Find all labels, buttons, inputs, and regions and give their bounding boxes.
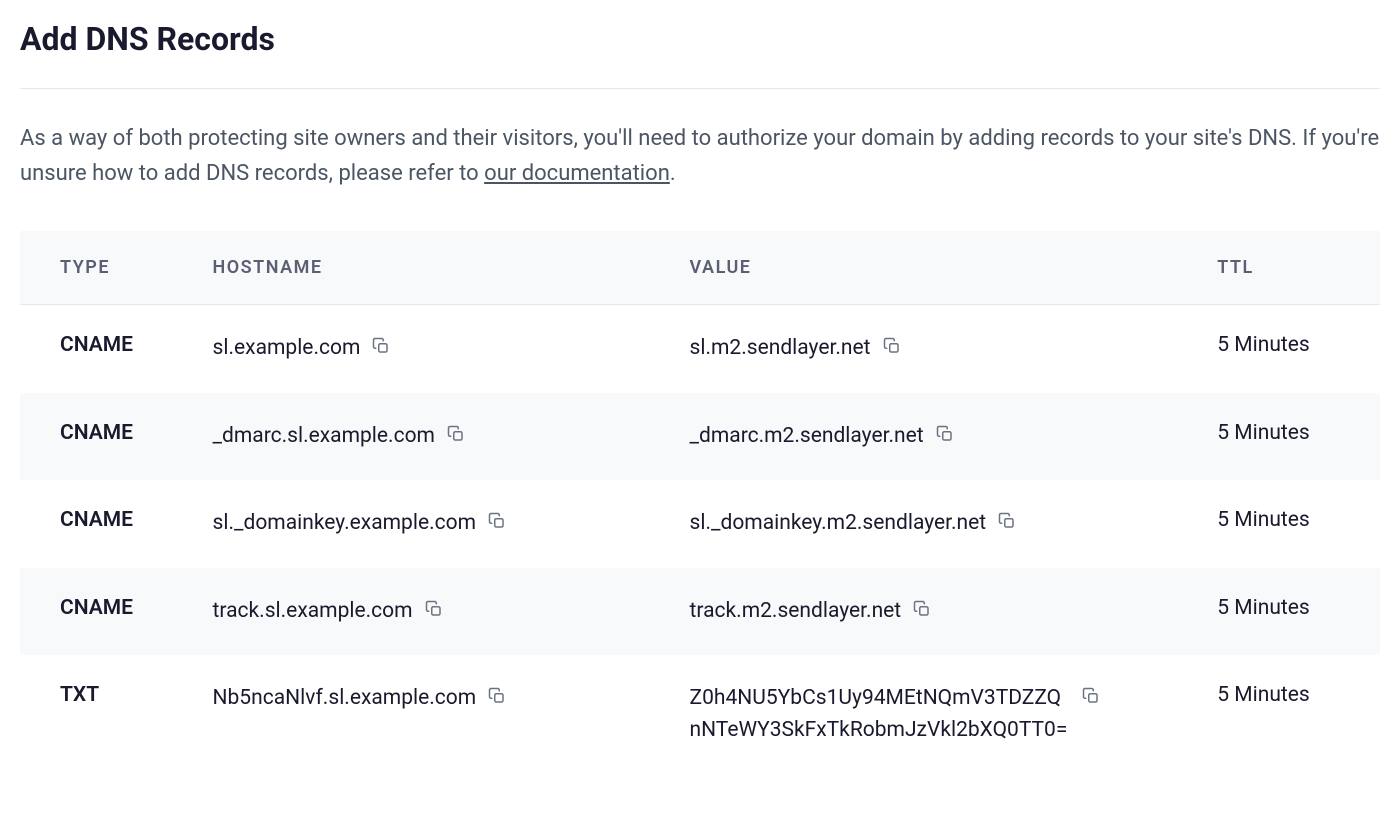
value-text: Z0h4NU5YbCs1Uy94MEtNQmV3TDZZQnNTeWY3SkFx…	[690, 683, 1070, 746]
hostname-text: sl.example.com	[213, 333, 361, 365]
table-row: TXT Nb5ncaNlvf.sl.example.com Z0h4NU5YbCs1…	[20, 655, 1380, 774]
hostname-text: sl._domainkey.example.com	[213, 508, 476, 540]
value-text: track.m2.sendlayer.net	[690, 596, 902, 628]
copy-icon[interactable]	[447, 425, 465, 443]
record-hostname-cell: track.sl.example.com	[193, 568, 670, 656]
record-ttl-cell: 5 Minutes	[1197, 393, 1380, 481]
record-type-cell: CNAME	[20, 480, 193, 568]
copy-icon[interactable]	[488, 687, 506, 705]
copy-icon[interactable]	[998, 512, 1016, 530]
value-text: sl._domainkey.m2.sendlayer.net	[690, 508, 987, 540]
record-hostname-cell: sl.example.com	[193, 305, 670, 393]
copy-icon[interactable]	[1082, 687, 1100, 705]
record-value-cell: sl._domainkey.m2.sendlayer.net	[670, 480, 1198, 568]
copy-icon[interactable]	[883, 337, 901, 355]
copy-icon[interactable]	[488, 512, 506, 530]
record-value-cell: _dmarc.m2.sendlayer.net	[670, 393, 1198, 481]
record-type-cell: CNAME	[20, 393, 193, 481]
copy-icon[interactable]	[913, 600, 931, 618]
column-header-type: TYPE	[20, 231, 193, 305]
record-hostname-cell: Nb5ncaNlvf.sl.example.com	[193, 655, 670, 774]
column-header-value: VALUE	[670, 231, 1198, 305]
hostname-text: track.sl.example.com	[213, 596, 413, 628]
intro-text-before: As a way of both protecting site owners …	[20, 126, 1379, 186]
documentation-link[interactable]: our documentation	[484, 161, 670, 186]
value-text: _dmarc.m2.sendlayer.net	[690, 421, 924, 453]
hostname-text: _dmarc.sl.example.com	[213, 421, 435, 453]
record-type-cell: CNAME	[20, 305, 193, 393]
record-type-cell: CNAME	[20, 568, 193, 656]
intro-text-after: .	[670, 161, 676, 186]
copy-icon[interactable]	[372, 337, 390, 355]
table-row: CNAME track.sl.example.com track.m2.sendla…	[20, 568, 1380, 656]
record-hostname-cell: _dmarc.sl.example.com	[193, 393, 670, 481]
intro-paragraph: As a way of both protecting site owners …	[20, 121, 1380, 191]
hostname-text: Nb5ncaNlvf.sl.example.com	[213, 683, 477, 715]
dns-records-table: TYPE HOSTNAME VALUE TTL CNAME sl.example.…	[20, 231, 1380, 774]
record-type-cell: TXT	[20, 655, 193, 774]
value-text: sl.m2.sendlayer.net	[690, 333, 871, 365]
record-ttl-cell: 5 Minutes	[1197, 568, 1380, 656]
copy-icon[interactable]	[425, 600, 443, 618]
page-title: Add DNS Records	[20, 20, 1380, 89]
table-row: CNAME _dmarc.sl.example.com _dmarc.m2.send…	[20, 393, 1380, 481]
column-header-hostname: HOSTNAME	[193, 231, 670, 305]
table-row: CNAME sl._domainkey.example.com sl._domain…	[20, 480, 1380, 568]
table-row: CNAME sl.example.com sl.m2.sendlayer.net 5 …	[20, 305, 1380, 393]
column-header-ttl: TTL	[1197, 231, 1380, 305]
record-value-cell: track.m2.sendlayer.net	[670, 568, 1198, 656]
record-value-cell: sl.m2.sendlayer.net	[670, 305, 1198, 393]
record-ttl-cell: 5 Minutes	[1197, 655, 1380, 774]
record-ttl-cell: 5 Minutes	[1197, 305, 1380, 393]
record-value-cell: Z0h4NU5YbCs1Uy94MEtNQmV3TDZZQnNTeWY3SkFx…	[670, 655, 1198, 774]
record-ttl-cell: 5 Minutes	[1197, 480, 1380, 568]
record-hostname-cell: sl._domainkey.example.com	[193, 480, 670, 568]
copy-icon[interactable]	[936, 425, 954, 443]
